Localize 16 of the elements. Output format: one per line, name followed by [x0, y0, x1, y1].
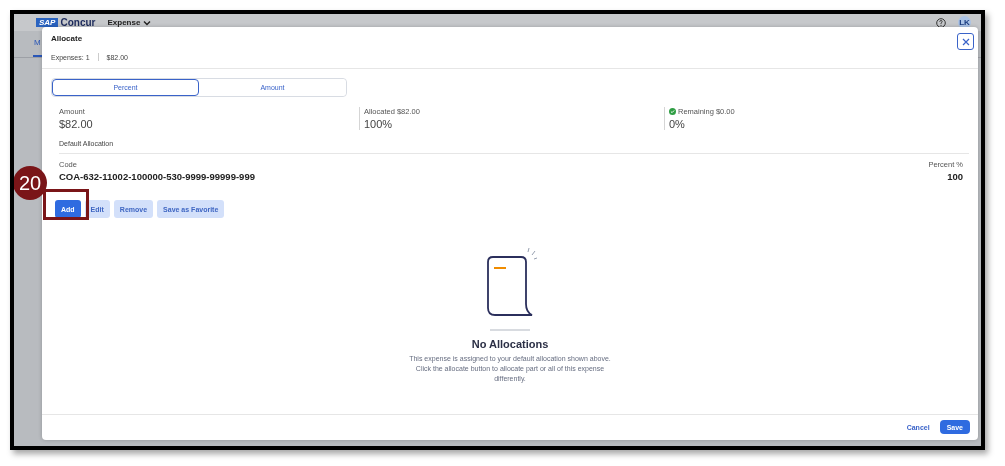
product-menu[interactable]: Expense — [107, 18, 152, 27]
summary-value: $82.00 — [59, 118, 94, 130]
step-number-badge: 20 — [14, 166, 47, 200]
logo-text: Concur — [60, 17, 96, 28]
highlight-frame — [43, 189, 89, 220]
close-icon — [961, 37, 970, 46]
dialog-title: Allocate — [51, 34, 83, 43]
empty-state-title: No Allocations — [471, 338, 549, 350]
allocation-percent: 100 — [947, 171, 963, 182]
summary-value: 0% — [669, 118, 686, 130]
close-button[interactable] — [957, 33, 974, 50]
summary-value: 100% — [364, 118, 394, 130]
chevron-down-icon — [143, 19, 152, 26]
logo-mark: SAP — [36, 18, 59, 27]
allocation-code: COA-632-11002-100000-530-9999-99999-999 — [59, 171, 255, 182]
help-icon[interactable] — [936, 17, 946, 28]
